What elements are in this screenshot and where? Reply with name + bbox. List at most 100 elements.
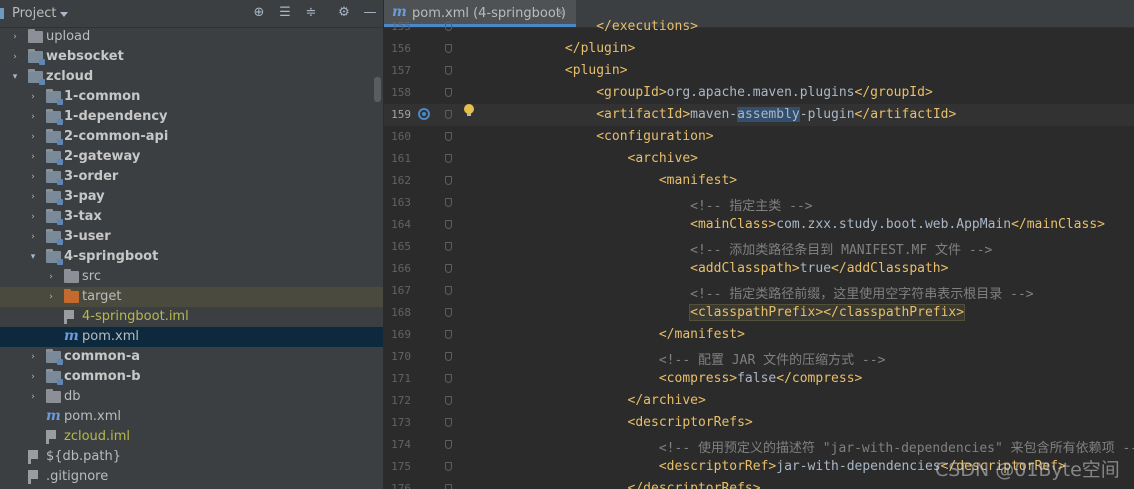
tree-item[interactable]: › 2-common-api [0,127,383,147]
fold-marker-icon[interactable] [445,220,452,229]
code-text: <classpathPrefix></classpathPrefix> [471,304,966,321]
code-line[interactable]: 155 </executions> [384,16,1134,38]
tree-item[interactable]: 4-springboot.iml [0,307,383,327]
gear-icon[interactable]: ⚙ [336,5,352,21]
code-line[interactable]: 174 <!-- 使用预定义的描述符 "jar-with-dependencie… [384,434,1134,456]
code-line[interactable]: 159 <artifactId>maven-assembly-plugin</a… [384,104,1134,126]
chevron-right-icon[interactable]: › [28,392,38,402]
tree-item[interactable]: › 3-pay [0,187,383,207]
tree-item[interactable]: ${db.path} [0,447,383,467]
chevron-down-icon[interactable] [60,12,68,17]
fold-marker-icon[interactable] [445,484,452,489]
chevron-down-icon[interactable]: ▾ [10,72,20,82]
fold-marker-icon[interactable] [445,374,452,383]
hide-icon[interactable]: — [362,5,378,21]
tree-item[interactable]: › db [0,387,383,407]
fold-marker-icon[interactable] [445,22,452,31]
expand-all-icon[interactable]: ☰ [277,5,293,21]
fold-marker-icon[interactable] [445,462,452,471]
project-view-selector[interactable]: Project [12,6,56,21]
fold-marker-icon[interactable] [445,88,452,97]
tree-item[interactable]: m pom.xml [0,407,383,427]
code-line[interactable]: 162 <manifest> [384,170,1134,192]
lightbulb-icon[interactable] [464,104,474,116]
chevron-right-icon[interactable]: › [28,92,38,102]
code-line[interactable]: 156 </plugin> [384,38,1134,60]
code-line[interactable]: 170 <!-- 配置 JAR 文件的压缩方式 --> [384,346,1134,368]
fold-marker-icon[interactable] [445,154,452,163]
tree-item[interactable]: › src [0,267,383,287]
chevron-right-icon[interactable]: › [28,352,38,362]
folder-icon [28,29,43,43]
tree-item[interactable]: ▾ zcloud [0,67,383,87]
chevron-right-icon[interactable]: › [10,32,20,42]
code-line[interactable]: 172 </archive> [384,390,1134,412]
fold-marker-icon[interactable] [445,396,452,405]
code-line[interactable]: 161 <archive> [384,148,1134,170]
collapse-all-icon[interactable]: ≑ [303,5,319,21]
fold-marker-icon[interactable] [445,308,452,317]
code-token: <descriptorRef> [471,459,777,474]
fold-marker-icon[interactable] [445,330,452,339]
code-line[interactable]: 157 <plugin> [384,60,1134,82]
tree-item[interactable]: › target [0,287,383,307]
chevron-down-icon[interactable]: ▾ [28,252,38,262]
code-line[interactable]: 166 <addClasspath>true</addClasspath> [384,258,1134,280]
code-line[interactable]: 171 <compress>false</compress> [384,368,1134,390]
chevron-right-icon[interactable]: › [28,152,38,162]
fold-marker-icon[interactable] [445,110,452,119]
code-token: </archive> [471,393,706,408]
code-area[interactable]: 155 </executions> 156 </plugin> 157 <plugi… [384,19,1134,489]
project-panel: Project ⊕ ☰ ≑ ⚙ — › upload › websocket ▾ zclo… [0,0,383,489]
fold-marker-icon[interactable] [445,286,452,295]
run-gutter-icon[interactable] [418,108,430,120]
tree-item[interactable]: › 1-dependency [0,107,383,127]
code-line[interactable]: 164 <mainClass>com.zxx.study.boot.web.Ap… [384,214,1134,236]
chevron-right-icon[interactable]: › [28,132,38,142]
tree-item[interactable]: › 3-user [0,227,383,247]
tree-item[interactable]: › common-a [0,347,383,367]
chevron-right-icon[interactable]: › [28,212,38,222]
fold-marker-icon[interactable] [445,176,452,185]
code-token: <plugin> [471,63,628,78]
chevron-right-icon[interactable]: › [28,372,38,382]
chevron-right-icon[interactable]: › [46,292,56,302]
tree-item[interactable]: › 3-tax [0,207,383,227]
tree-item[interactable]: › common-b [0,367,383,387]
chevron-right-icon[interactable]: › [10,52,20,62]
tree-item[interactable]: › 1-common [0,87,383,107]
tree-item[interactable]: m pom.xml [0,327,383,347]
tree-item[interactable]: › 2-gateway [0,147,383,167]
fold-marker-icon[interactable] [445,66,452,75]
chevron-right-icon[interactable]: › [28,172,38,182]
scrollbar[interactable] [374,77,381,102]
chevron-right-icon[interactable]: › [46,272,56,282]
tree-item[interactable]: › upload [0,27,383,47]
code-line[interactable]: 169 </manifest> [384,324,1134,346]
fold-marker-icon[interactable] [445,440,452,449]
fold-marker-icon[interactable] [445,198,452,207]
code-line[interactable]: 158 <groupId>org.apache.maven.plugins</g… [384,82,1134,104]
code-line[interactable]: 160 <configuration> [384,126,1134,148]
fold-marker-icon[interactable] [445,264,452,273]
chevron-right-icon[interactable]: › [28,112,38,122]
code-line[interactable]: 168 <classpathPrefix></classpathPrefix> [384,302,1134,324]
tree-item[interactable]: zcloud.iml [0,427,383,447]
fold-marker-icon[interactable] [445,44,452,53]
tree-item[interactable]: ▾ 4-springboot [0,247,383,267]
tree-item[interactable]: › websocket [0,47,383,67]
code-line[interactable]: 167 <!-- 指定类路径前缀，这里使用空字符串表示根目录 --> [384,280,1134,302]
line-number: 170 [391,350,411,363]
fold-marker-icon[interactable] [445,418,452,427]
locate-icon[interactable]: ⊕ [251,5,267,21]
fold-marker-icon[interactable] [445,242,452,251]
chevron-right-icon[interactable]: › [28,192,38,202]
tree-item[interactable]: › 3-order [0,167,383,187]
fold-marker-icon[interactable] [445,132,452,141]
code-line[interactable]: 173 <descriptorRefs> [384,412,1134,434]
tree-item[interactable]: .gitignore [0,467,383,487]
code-line[interactable]: 163 <!-- 指定主类 --> [384,192,1134,214]
fold-marker-icon[interactable] [445,352,452,361]
code-line[interactable]: 165 <!-- 添加类路径条目到 MANIFEST.MF 文件 --> [384,236,1134,258]
chevron-right-icon[interactable]: › [28,232,38,242]
